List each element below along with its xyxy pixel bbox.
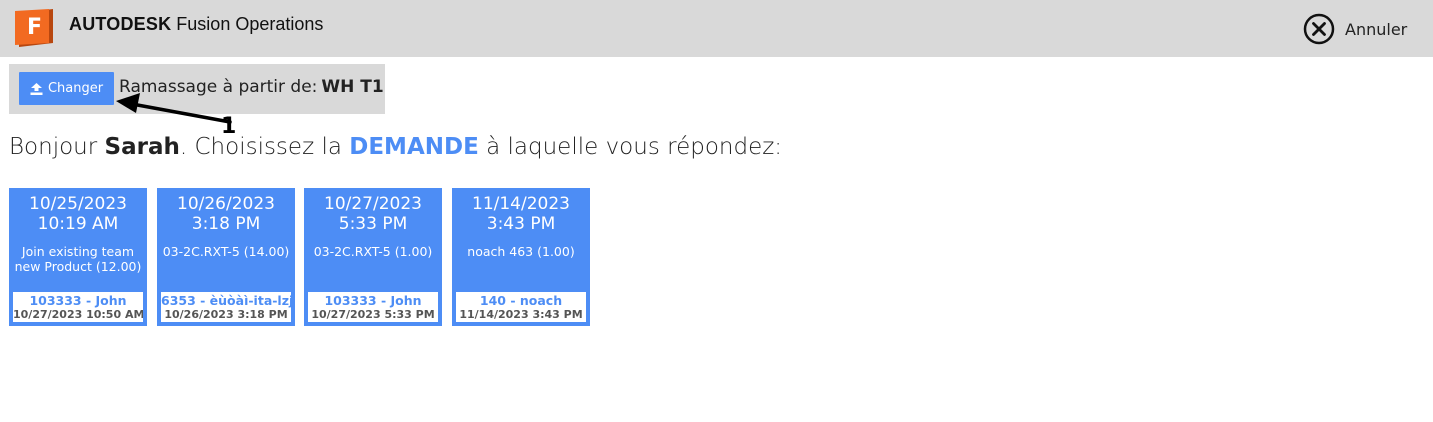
card-date: 10/26/2023 [177, 194, 275, 214]
card-user: 140 - noach [479, 293, 563, 308]
greeting-user-name: Sarah [104, 134, 180, 160]
card-description: 03-2C.RXT-5 (1.00) [313, 244, 433, 259]
card-time: 3:18 PM [191, 214, 261, 234]
card-footer: 103333 - John 10/27/2023 10:50 AM [13, 292, 143, 322]
card-footer: 6353 - èùòàì-ita-lzj 10/26/2023 3:18 PM [161, 292, 291, 322]
card-description: noach 463 (1.00) [467, 244, 575, 259]
change-button-label: Changer [47, 81, 104, 96]
card-date: 11/14/2023 [472, 194, 570, 214]
card-description: 03-2C.RXT-5 (14.00) [162, 244, 290, 259]
card-footer: 140 - noach 11/14/2023 3:43 PM [456, 292, 586, 322]
card-user: 103333 - John [29, 293, 127, 308]
card-user: 103333 - John [324, 293, 422, 308]
brand-name: AUTODESK [69, 14, 172, 34]
product-name: Fusion Operations [176, 14, 324, 34]
greeting-hello: Bonjour [9, 134, 98, 160]
card-time: 3:43 PM [486, 214, 556, 234]
request-card[interactable]: 10/26/2023 3:18 PM 03-2C.RXT-5 (14.00) 6… [157, 188, 295, 326]
request-card[interactable]: 10/25/2023 10:19 AM Join existing team n… [9, 188, 147, 326]
card-time: 10:19 AM [37, 214, 119, 234]
card-timestamp: 11/14/2023 3:43 PM [459, 308, 583, 321]
greeting-middle: . Choisissez la [179, 134, 342, 160]
card-timestamp: 10/26/2023 3:18 PM [164, 308, 288, 321]
greeting-end: à laquelle vous répondez: [486, 134, 783, 160]
upload-icon [30, 82, 43, 95]
card-description: Join existing team new Product (12.00) [14, 244, 142, 274]
card-date: 10/27/2023 [324, 194, 422, 214]
app-title: AUTODESK Fusion Operations [69, 14, 323, 35]
card-time: 5:33 PM [338, 214, 408, 234]
card-timestamp: 10/27/2023 5:33 PM [311, 308, 435, 321]
change-location-button[interactable]: Changer [19, 72, 114, 105]
card-timestamp: 10/27/2023 10:50 AM [13, 308, 143, 321]
request-card[interactable]: 11/14/2023 3:43 PM noach 463 (1.00) 140 … [452, 188, 590, 326]
header-bar: F AUTODESK Fusion Operations Annuler [0, 0, 1433, 57]
greeting-heading: Bonjour Sarah. Choisissez la DEMANDE à l… [9, 134, 782, 160]
card-user: 6353 - èùòàì-ita-lzj [161, 293, 291, 308]
logo-letter: F [27, 15, 42, 40]
pickup-location-value: WH T1 [321, 77, 384, 97]
cancel-label: Annuler [1345, 19, 1408, 39]
card-footer: 103333 - John 10/27/2023 5:33 PM [308, 292, 438, 322]
cancel-button[interactable]: Annuler [1303, 13, 1407, 45]
card-date: 10/25/2023 [29, 194, 127, 214]
request-card[interactable]: 10/27/2023 5:33 PM 03-2C.RXT-5 (1.00) 10… [304, 188, 442, 326]
greeting-keyword: DEMANDE [349, 134, 479, 160]
fusion-logo-icon: F [15, 9, 57, 49]
close-circle-icon [1303, 13, 1335, 45]
